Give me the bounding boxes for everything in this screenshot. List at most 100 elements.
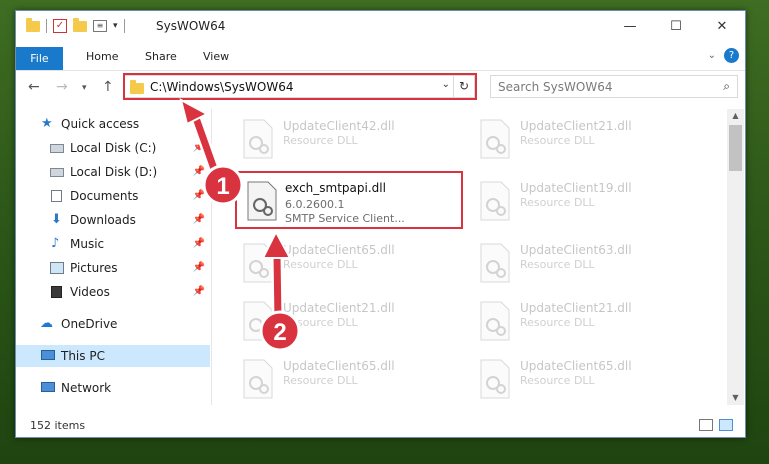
dll-file-icon xyxy=(480,243,510,283)
new-folder-icon[interactable] xyxy=(73,17,87,32)
file-type: Resource DLL xyxy=(520,374,595,387)
sidebar-item-this-pc[interactable]: This PC xyxy=(16,345,210,367)
list-item[interactable]: UpdateClient63.dll Resource DLL xyxy=(469,237,699,289)
back-arrow-icon[interactable]: ← xyxy=(28,79,40,95)
sidebar-item-label: Videos xyxy=(70,285,110,299)
address-highlight-box xyxy=(123,73,477,100)
pin-icon[interactable]: 📌 xyxy=(193,233,205,255)
pin-icon[interactable]: 📌 xyxy=(193,137,205,159)
pin-icon[interactable]: 📌 xyxy=(193,209,205,231)
dll-file-icon xyxy=(243,119,273,159)
file-name: UpdateClient21.dll xyxy=(520,119,632,133)
customize-toolbar-chevron-icon[interactable]: ▾ xyxy=(113,21,118,31)
music-icon: ♪ xyxy=(51,236,60,251)
sidebar-item-label: Downloads xyxy=(70,213,136,227)
documents-icon xyxy=(51,190,62,202)
file-name: UpdateClient65.dll xyxy=(520,359,632,373)
scrollbar-thumb[interactable] xyxy=(729,125,742,171)
vertical-scrollbar[interactable]: ▲ ▼ xyxy=(727,109,744,405)
pin-icon[interactable]: 📌 xyxy=(193,185,205,207)
window-title: SysWOW64 xyxy=(156,19,226,33)
list-item[interactable]: UpdateClient42.dll Resource DLL xyxy=(232,113,462,165)
file-name: UpdateClient42.dll xyxy=(283,119,395,133)
close-button[interactable]: ✕ xyxy=(699,11,745,43)
search-input[interactable]: Search SysWOW64 xyxy=(498,80,612,94)
list-item[interactable]: UpdateClient65.dll Resource DLL xyxy=(232,237,462,289)
tab-home[interactable]: Home xyxy=(86,47,118,67)
separator xyxy=(46,19,47,33)
file-name: UpdateClient19.dll xyxy=(520,181,632,195)
sidebar-item-label: OneDrive xyxy=(61,317,118,331)
forward-arrow-icon[interactable]: → xyxy=(56,79,68,95)
drive-icon xyxy=(50,144,64,153)
videos-icon xyxy=(51,286,62,298)
sidebar-item-label: Music xyxy=(70,237,105,251)
search-box[interactable]: Search SysWOW64 ⌕ xyxy=(490,75,738,98)
dll-file-icon xyxy=(480,359,510,399)
sidebar-item-label: Pictures xyxy=(70,261,118,275)
file-type: Resource DLL xyxy=(520,316,595,329)
list-item[interactable]: UpdateClient21.dll Resource DLL xyxy=(469,113,699,165)
file-highlight-box xyxy=(235,171,463,229)
recent-locations-chevron-icon[interactable]: ▾ xyxy=(82,83,87,93)
up-arrow-icon[interactable]: ↑ xyxy=(102,79,114,95)
check-icon[interactable]: ✓ xyxy=(53,19,67,33)
file-name: UpdateClient65.dll xyxy=(283,359,395,373)
sidebar-item-label: Quick access xyxy=(61,117,140,131)
scroll-down-arrow-icon[interactable]: ▼ xyxy=(727,391,744,405)
sidebar-item-pictures[interactable]: Pictures 📌 xyxy=(16,257,210,279)
dll-file-icon xyxy=(243,359,273,399)
tab-share[interactable]: Share xyxy=(145,47,177,67)
sidebar-item-documents[interactable]: Documents 📌 xyxy=(16,185,210,207)
expand-ribbon-icon[interactable]: ⌄ xyxy=(708,50,716,61)
folder-icon[interactable] xyxy=(26,17,40,32)
drive-icon xyxy=(50,168,64,177)
pin-icon[interactable]: 📌 xyxy=(193,257,205,279)
file-name: UpdateClient21.dll xyxy=(520,301,632,315)
file-name: UpdateClient21.dll xyxy=(283,301,395,315)
minimize-button[interactable]: — xyxy=(607,11,653,43)
large-icons-view-icon[interactable] xyxy=(719,419,733,431)
pin-icon[interactable]: 📌 xyxy=(193,281,205,303)
properties-icon[interactable]: ≡ xyxy=(93,20,107,32)
list-item[interactable]: UpdateClient65.dll Resource DLL xyxy=(469,353,699,405)
pin-icon[interactable]: 📌 xyxy=(193,161,205,183)
sidebar-item-videos[interactable]: Videos 📌 xyxy=(16,281,210,303)
dll-file-icon xyxy=(480,181,510,221)
sidebar-item-downloads[interactable]: ⬇ Downloads 📌 xyxy=(16,209,210,231)
list-item[interactable]: UpdateClient19.dll Resource DLL xyxy=(469,175,699,227)
sidebar-item-quick-access[interactable]: ★ Quick access xyxy=(16,113,210,135)
pictures-icon xyxy=(50,262,64,274)
list-item[interactable]: UpdateClient21.dll Resource DLL xyxy=(232,295,462,347)
maximize-button[interactable]: ☐ xyxy=(653,11,699,43)
star-icon: ★ xyxy=(41,116,53,131)
file-type: Resource DLL xyxy=(520,134,595,147)
downloads-icon: ⬇ xyxy=(51,212,62,227)
sidebar-item-onedrive[interactable]: ☁ OneDrive xyxy=(16,313,210,335)
status-bar: 152 items xyxy=(16,415,745,437)
search-icon[interactable]: ⌕ xyxy=(723,79,730,94)
tab-file[interactable]: File xyxy=(16,47,63,70)
title-bar: ✓ ≡ ▾ SysWOW64 — ☐ ✕ xyxy=(16,11,745,43)
list-item[interactable]: UpdateClient65.dll Resource DLL xyxy=(232,353,462,405)
dll-file-icon xyxy=(243,243,273,283)
tab-view[interactable]: View xyxy=(203,47,229,67)
sidebar-item-label: Local Disk (C:) xyxy=(70,141,157,155)
navigation-bar: ← → ▾ ↑ C:\Windows\SysWOW64 ⌄ ↻ Search S… xyxy=(16,71,745,103)
file-type: Resource DLL xyxy=(283,258,358,271)
this-pc-icon xyxy=(41,350,55,360)
scroll-up-arrow-icon[interactable]: ▲ xyxy=(727,109,744,123)
quick-access-toolbar: ✓ ≡ ▾ xyxy=(26,17,125,33)
file-type: Resource DLL xyxy=(520,258,595,271)
separator xyxy=(123,19,125,33)
sidebar-item-local-disk-c[interactable]: Local Disk (C:) 📌 xyxy=(16,137,210,159)
list-item[interactable]: UpdateClient21.dll Resource DLL xyxy=(469,295,699,347)
help-icon[interactable]: ? xyxy=(724,48,739,63)
sidebar-item-network[interactable]: Network xyxy=(16,377,210,399)
file-type: Resource DLL xyxy=(283,374,358,387)
sidebar-item-label: Network xyxy=(61,381,112,395)
sidebar-item-local-disk-d[interactable]: Local Disk (D:) 📌 xyxy=(16,161,210,183)
onedrive-icon: ☁ xyxy=(40,316,53,331)
details-view-icon[interactable] xyxy=(699,419,713,431)
sidebar-item-music[interactable]: ♪ Music 📌 xyxy=(16,233,210,255)
